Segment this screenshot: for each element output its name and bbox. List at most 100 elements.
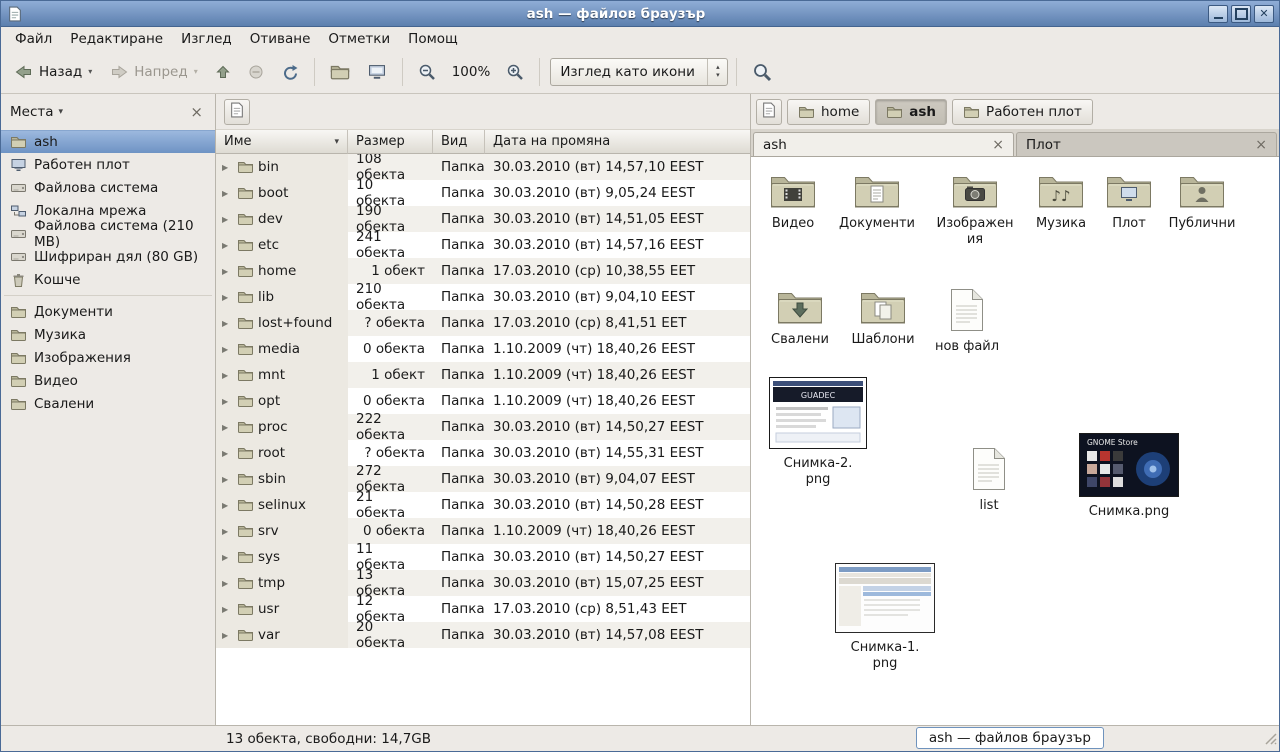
file-snimka-1[interactable]: Снимка-1.png (829, 563, 941, 673)
expander-icon[interactable]: ▶ (222, 501, 233, 510)
sidebar-item-pictures[interactable]: Изображения (1, 346, 215, 369)
sidebar-item-video[interactable]: Видео (1, 369, 215, 392)
file-row-usr[interactable]: ▶usr12 обектаПапка17.03.2010 (ср) 8,51,4… (216, 596, 750, 622)
expander-icon[interactable]: ▶ (222, 423, 233, 432)
sidebar-item-music[interactable]: Музика (1, 323, 215, 346)
path-button-ash[interactable]: ash (875, 99, 947, 125)
menu-item-0[interactable]: Файл (6, 28, 61, 50)
sidebar-item-filesystem-210mb[interactable]: Файлова система (210 MB) (1, 222, 215, 245)
expander-icon[interactable]: ▶ (222, 605, 233, 614)
expander-icon[interactable]: ▶ (222, 293, 233, 302)
expander-icon[interactable]: ▶ (222, 371, 233, 380)
menu-item-4[interactable]: Отметки (319, 28, 399, 50)
file-row-root[interactable]: ▶root? обектаПапка30.03.2010 (вт) 14,55,… (216, 440, 750, 466)
file-row-media[interactable]: ▶media0 обектаПапка1.10.2009 (чт) 18,40,… (216, 336, 750, 362)
expander-icon[interactable]: ▶ (222, 553, 233, 562)
file-video[interactable]: Видео (751, 171, 836, 232)
column-header-size[interactable]: Размер (348, 130, 433, 154)
search-button[interactable] (745, 56, 779, 88)
file-row-home[interactable]: ▶home1 обектПапка17.03.2010 (ср) 10,38,5… (216, 258, 750, 284)
expander-icon[interactable]: ▶ (222, 527, 233, 536)
expander-icon[interactable]: ▶ (222, 449, 233, 458)
close-button[interactable] (1254, 5, 1274, 23)
back-button[interactable]: Назад ▾ (7, 58, 99, 86)
expander-icon[interactable]: ▶ (222, 163, 233, 172)
file-pictures[interactable]: Изображения (932, 171, 1018, 249)
file-row-var[interactable]: ▶var20 обектаПапка30.03.2010 (вт) 14,57,… (216, 622, 750, 648)
expander-icon[interactable]: ▶ (222, 631, 233, 640)
column-header-date[interactable]: Дата на промяна (485, 130, 750, 154)
tab-ash[interactable]: ash× (753, 132, 1014, 156)
zoom-out-button[interactable] (411, 57, 443, 87)
file-row-proc[interactable]: ▶proc222 обектаПапка30.03.2010 (вт) 14,5… (216, 414, 750, 440)
sidebar-item-downloads[interactable]: Свалени (1, 392, 215, 415)
tab-close-icon[interactable]: × (1255, 137, 1267, 153)
expander-icon[interactable]: ▶ (222, 319, 233, 328)
expander-icon[interactable]: ▶ (222, 241, 233, 250)
expander-icon[interactable]: ▶ (222, 267, 233, 276)
expander-icon[interactable]: ▶ (222, 189, 233, 198)
path-button-home[interactable]: home (787, 99, 870, 125)
column-header-type[interactable]: Вид (433, 130, 485, 154)
menu-item-3[interactable]: Отиване (241, 28, 320, 50)
file-row-bin[interactable]: ▶bin108 обектаПапка30.03.2010 (вт) 14,57… (216, 154, 750, 180)
forward-dropdown-icon[interactable]: ▾ (194, 67, 198, 76)
file-public[interactable]: Публични (1159, 171, 1245, 232)
pane-location-button[interactable] (224, 99, 250, 125)
maximize-button[interactable] (1231, 5, 1251, 23)
menu-item-5[interactable]: Помощ (399, 28, 467, 50)
expander-icon[interactable]: ▶ (222, 397, 233, 406)
file-row-tmp[interactable]: ▶tmp13 обектаПапка30.03.2010 (вт) 15,07,… (216, 570, 750, 596)
resize-grip[interactable] (1263, 731, 1277, 749)
minimize-button[interactable] (1208, 5, 1228, 23)
home-button[interactable] (323, 58, 357, 86)
menu-item-2[interactable]: Изглед (172, 28, 241, 50)
icon-view[interactable]: ВидеоДокументиИзображения♪♪МузикаПлотПуб… (751, 157, 1279, 725)
expander-icon[interactable]: ▶ (222, 215, 233, 224)
file-documents[interactable]: Документи (834, 171, 920, 232)
file-row-sys[interactable]: ▶sys11 обектаПапка30.03.2010 (вт) 14,50,… (216, 544, 750, 570)
sidebar-item-desktop[interactable]: Работен плот (1, 153, 215, 176)
pane-location-button[interactable] (756, 99, 782, 125)
expander-icon[interactable]: ▶ (222, 475, 233, 484)
titlebar[interactable]: ash — файлов браузър (1, 1, 1279, 27)
back-dropdown-icon[interactable]: ▾ (88, 67, 92, 76)
menu-item-1[interactable]: Редактиране (61, 28, 172, 50)
file-row-mnt[interactable]: ▶mnt1 обектПапка1.10.2009 (чт) 18,40,26 … (216, 362, 750, 388)
file-snimka[interactable]: GNOME StoreСнимка.png (1073, 433, 1185, 520)
tab-plot[interactable]: Плот× (1016, 132, 1277, 156)
file-row-opt[interactable]: ▶opt0 обектаПапка1.10.2009 (чт) 18,40,26… (216, 388, 750, 414)
reload-button[interactable] (274, 58, 306, 86)
file-row-lib[interactable]: ▶lib210 обектаПапка30.03.2010 (вт) 9,04,… (216, 284, 750, 310)
file-new-file[interactable]: нов файл (931, 288, 1003, 355)
expander-icon[interactable]: ▶ (222, 579, 233, 588)
expander-icon[interactable]: ▶ (222, 345, 233, 354)
path-button-desktop[interactable]: Работен плот (952, 99, 1093, 125)
forward-button[interactable]: Напред ▾ (102, 58, 204, 86)
tab-close-icon[interactable]: × (992, 137, 1004, 153)
sidebar-item-trash[interactable]: Кошче (1, 268, 215, 291)
file-snimka-2[interactable]: GUADECСнимка-2.png (762, 377, 874, 489)
file-list[interactable]: list (953, 447, 1025, 514)
file-downloads[interactable]: Свалени (757, 287, 843, 348)
file-row-boot[interactable]: ▶boot10 обектаПапка30.03.2010 (вт) 9,05,… (216, 180, 750, 206)
file-row-selinux[interactable]: ▶selinux21 обектаПапка30.03.2010 (вт) 14… (216, 492, 750, 518)
places-close-icon[interactable]: × (187, 103, 206, 121)
file-row-dev[interactable]: ▶dev190 обектаПапка30.03.2010 (вт) 14,51… (216, 206, 750, 232)
sidebar-item-filesystem[interactable]: Файлова система (1, 176, 215, 199)
file-row-etc[interactable]: ▶etc241 обектаПапка30.03.2010 (вт) 14,57… (216, 232, 750, 258)
up-button[interactable] (208, 58, 238, 86)
places-dropdown-icon[interactable]: ▾ (59, 107, 64, 117)
view-mode-select[interactable]: Изглед като икони ▴ ▾ (550, 58, 728, 86)
column-header-name[interactable]: Име▾ (216, 130, 348, 154)
sidebar-item-ash[interactable]: ash (1, 130, 215, 153)
sidebar-item-documents[interactable]: Документи (1, 300, 215, 323)
file-row-srv[interactable]: ▶srv0 обектаПапка1.10.2009 (чт) 18,40,26… (216, 518, 750, 544)
computer-button[interactable] (360, 58, 394, 86)
zoom-in-button[interactable] (499, 57, 531, 87)
file-row-lost+found[interactable]: ▶lost+found? обектаПапка17.03.2010 (ср) … (216, 310, 750, 336)
file-templates[interactable]: Шаблони (840, 287, 926, 348)
sidebar-item-encrypted-80gb[interactable]: Шифриран дял (80 GB) (1, 245, 215, 268)
file-row-sbin[interactable]: ▶sbin272 обектаПапка30.03.2010 (вт) 9,04… (216, 466, 750, 492)
view-mode-spinner-icon[interactable]: ▴ ▾ (707, 59, 727, 85)
